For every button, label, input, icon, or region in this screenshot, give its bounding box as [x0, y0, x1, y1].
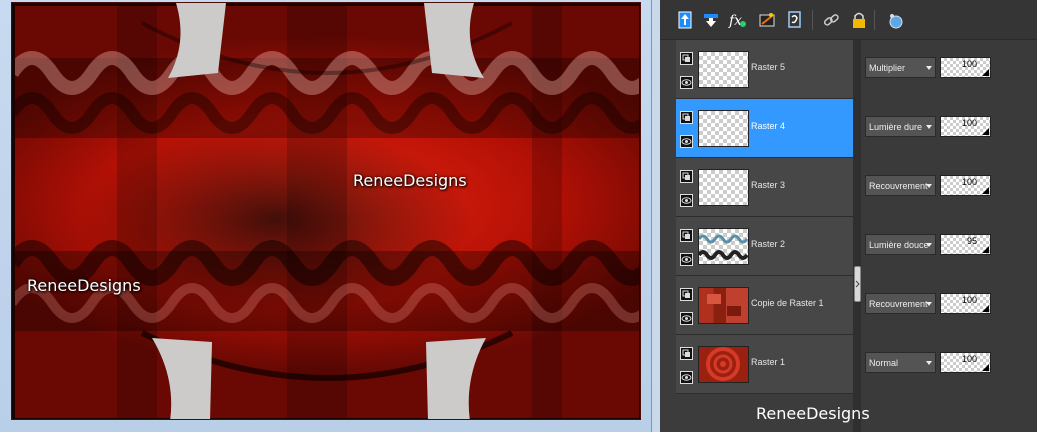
opacity-value: 95	[966, 236, 977, 246]
layer-thumbnail	[698, 346, 749, 383]
grey-shape-top-left	[168, 3, 226, 78]
grey-shape-bottom-left	[152, 338, 212, 419]
layer-name: Raster 3	[751, 180, 786, 190]
opacity-field[interactable]: 100	[940, 175, 991, 196]
layer-group-icon[interactable]	[680, 109, 693, 124]
blend-mode-value: Lumière douce	[869, 239, 929, 250]
layer-group-icon[interactable]	[680, 168, 693, 183]
blend-mode-value: Recouvrement	[869, 298, 928, 309]
layer-name: Copie de Raster 1	[751, 298, 824, 308]
mask-icon[interactable]	[756, 9, 778, 31]
toolbar-separator	[812, 10, 813, 30]
opacity-slider-indicator	[982, 246, 989, 253]
layer-row[interactable]: Raster 4	[676, 99, 853, 158]
layer-list: Raster 5 Raster 4 Raster 3 Raster 2 Copie de…	[676, 40, 853, 394]
blend-mode-select[interactable]: Lumière douce	[865, 234, 936, 255]
visibility-toggle-icon[interactable]	[884, 9, 906, 31]
lock-icon[interactable]	[848, 9, 870, 31]
layer-row[interactable]: Raster 1	[676, 335, 853, 394]
blend-mode-value: Normal	[869, 357, 899, 368]
layer-name: Raster 4	[751, 121, 786, 131]
blend-mode-select[interactable]: Multiplier	[865, 57, 936, 78]
layer-row[interactable]: Raster 5	[676, 40, 853, 99]
opacity-value: 100	[961, 177, 977, 187]
layer-thumbnail	[698, 287, 749, 324]
layer-properties: Multiplier 100 Lumière dure 100 Recouvrement…	[861, 40, 1037, 432]
layer-name: Raster 2	[751, 239, 786, 249]
layer-row[interactable]: Raster 3	[676, 158, 853, 217]
opacity-field[interactable]: 100	[940, 352, 991, 373]
layer-group-icon[interactable]	[680, 286, 693, 301]
blend-mode-value: Recouvrement	[869, 180, 928, 191]
link-icon[interactable]	[820, 9, 842, 31]
layer-name: Raster 5	[751, 62, 786, 72]
layer-thumbnail	[698, 110, 749, 147]
layer-row[interactable]: Raster 2	[676, 217, 853, 276]
blend-mode-select[interactable]: Lumière dure	[865, 116, 936, 137]
eye-icon[interactable]	[680, 74, 693, 89]
duplicate-icon[interactable]	[784, 9, 806, 31]
blend-mode-select[interactable]: Normal	[865, 352, 936, 373]
opacity-slider-indicator	[982, 128, 989, 135]
eye-icon[interactable]	[680, 133, 693, 148]
palette-watermark: ReneeDesigns	[756, 404, 870, 423]
chevron-down-icon	[926, 361, 932, 365]
opacity-field[interactable]: 100	[940, 116, 991, 137]
splitter-grip[interactable]	[854, 266, 861, 302]
opacity-field[interactable]: 100	[940, 293, 991, 314]
opacity-slider-indicator	[982, 305, 989, 312]
layer-group-icon[interactable]	[680, 345, 693, 360]
watermark-center: ReneeDesigns	[353, 171, 467, 190]
watermark-left: ReneeDesigns	[27, 276, 141, 295]
chevron-down-icon	[926, 184, 932, 188]
canvas-window: ReneeDesigns ReneeDesigns	[0, 0, 652, 432]
wave-pattern	[12, 3, 640, 419]
layers-palette: fx Raster 5 Raster 4 Raster 3 Raster 2 Copie…	[660, 0, 1037, 432]
layer-thumbnail	[698, 169, 749, 206]
opacity-field[interactable]: 95	[940, 234, 991, 255]
layer-thumbnail	[697, 228, 749, 265]
toolbar-separator	[874, 10, 875, 30]
eye-icon[interactable]	[680, 369, 693, 384]
opacity-slider-indicator	[982, 69, 989, 76]
new-layer-icon[interactable]	[674, 9, 696, 31]
chevron-down-icon	[926, 66, 932, 70]
layer-name: Raster 1	[751, 357, 786, 367]
layer-thumbnail	[698, 51, 749, 88]
layer-group-icon[interactable]	[680, 50, 693, 65]
opacity-value: 100	[961, 118, 977, 128]
chevron-down-icon	[926, 302, 932, 306]
chevron-down-icon	[926, 125, 932, 129]
opacity-value: 100	[961, 295, 977, 305]
opacity-value: 100	[961, 59, 977, 69]
opacity-field[interactable]: 100	[940, 57, 991, 78]
blend-mode-select[interactable]: Recouvrement	[865, 293, 936, 314]
chevron-down-icon	[926, 243, 932, 247]
merge-down-icon[interactable]	[700, 9, 722, 31]
grey-shape-top-right	[424, 3, 484, 78]
eye-icon[interactable]	[680, 251, 693, 266]
image-canvas[interactable]: ReneeDesigns ReneeDesigns	[11, 2, 641, 420]
blend-mode-select[interactable]: Recouvrement	[865, 175, 936, 196]
opacity-slider-indicator	[982, 187, 989, 194]
layer-row[interactable]: Copie de Raster 1	[676, 276, 853, 335]
opacity-slider-indicator	[982, 364, 989, 371]
layers-toolbar: fx	[660, 0, 1037, 40]
effects-icon[interactable]: fx	[726, 9, 748, 31]
grey-shape-bottom-right	[426, 338, 486, 419]
eye-icon[interactable]	[680, 310, 693, 325]
eye-icon[interactable]	[680, 192, 693, 207]
palette-splitter[interactable]	[853, 40, 861, 432]
svg-text:fx: fx	[728, 13, 742, 29]
blend-mode-value: Multiplier	[869, 62, 906, 73]
opacity-value: 100	[961, 354, 977, 364]
blend-mode-value: Lumière dure	[869, 121, 923, 132]
layer-group-icon[interactable]	[680, 227, 693, 242]
